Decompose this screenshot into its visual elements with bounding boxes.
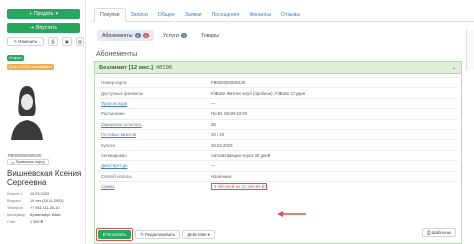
sell-button[interactable]: + Продать ▾ <box>7 9 80 19</box>
valid-until-link[interactable]: Действует до <box>98 160 208 172</box>
client-name: Вишневская Ксения Сергеевна <box>7 169 82 187</box>
status-badge-covid: Есть COVID-сертификат <box>7 64 55 70</box>
print-icon: ⎙ <box>427 230 431 235</box>
table-row: Сумма 5 000.00 ₽ из 21 200.00 ₽ <box>98 180 458 192</box>
tab-visits[interactable]: Посещения <box>207 8 245 22</box>
tab-purchases[interactable]: Покупки <box>94 8 126 22</box>
lock-icon[interactable]: ▣ <box>62 37 72 46</box>
card-number: FB000000000230 <box>8 153 42 158</box>
table-row: Действует до — <box>98 160 458 172</box>
table-row: Доступные филиалы FitBase Фитнес-клуб (пр… <box>98 87 458 99</box>
table-row: Активирован Автоактивация через 30 дней <box>98 149 458 161</box>
user-silhouette-icon <box>7 80 47 142</box>
subscription-header[interactable]: Безлимит [12 мес.] #8196 ⌄ <box>95 62 461 74</box>
scrollbar[interactable] <box>466 30 474 70</box>
count-badge-red: 0 <box>142 33 149 38</box>
main-tabs: Покупки Записи Общее Заявки Посещения Фи… <box>92 8 474 22</box>
client-sidebar: + Продать ▾ ⇥ Впустить ✎ Изменить ⎙ ▣ ▥ … <box>0 0 86 244</box>
print-icon[interactable]: ⎙ <box>48 37 58 46</box>
info-row: Счёт 1 000 ₽ <box>7 219 43 225</box>
tab-requests[interactable]: Заявки <box>180 8 207 22</box>
count-badge: 1 <box>134 33 141 38</box>
purchase-subtabs: Абонементы 1 0 Услуги 1 Товары <box>97 30 224 41</box>
sum-value-highlight: 5 000.00 ₽ из 21 200.00 ₽ <box>211 183 268 191</box>
tab-bookings[interactable]: Записи <box>126 8 153 22</box>
templates-button[interactable]: ⎙ Шаблоны <box>422 228 456 237</box>
chevron-down-icon[interactable]: ⌄ <box>452 65 456 71</box>
trash-icon[interactable]: ▥ <box>76 37 84 46</box>
edit-client-button[interactable]: ✎ Изменить <box>7 37 44 46</box>
pay-button-highlight: ₽ Оплатить <box>96 228 134 241</box>
table-row: Заморозок осталось 28 <box>98 118 458 130</box>
table-row: Номер карты FB000000000230 <box>98 76 458 88</box>
chevron-down-icon: ▾ <box>207 231 210 237</box>
tab-reviews[interactable]: Отзывы <box>276 8 305 22</box>
plus-icon: + <box>29 11 32 17</box>
avatar[interactable] <box>7 80 47 142</box>
info-row: Менеджер Кузменцерт Иван <box>7 212 61 217</box>
table-row: Расписание Пн-Вс 06:00-23:00 <box>98 108 458 120</box>
card-icon: ▭ <box>11 160 15 165</box>
subscription-details-table: Номер карты FB000000000230 Доступные фили… <box>98 76 458 192</box>
arrow-left-icon <box>277 211 306 217</box>
client-info: Клиент с 10.03.2023 Возраст 19 лет (18.11.… <box>7 190 87 225</box>
subscription-actions: ₽ Оплатить ✎ Редактировать Действия ▾ <box>96 228 215 241</box>
info-row: Телефон +7 961 111-26-10 <box>7 205 60 210</box>
section-title: Абонементы <box>96 51 138 58</box>
sum-link[interactable]: Сумма <box>98 180 208 192</box>
table-row: Гостевых визитов 10 / 10 <box>98 128 458 140</box>
subtab-subscriptions[interactable]: Абонементы 1 0 <box>97 30 154 41</box>
subtab-goods[interactable]: Товары <box>196 30 224 41</box>
actions-dropdown-button[interactable]: Действия ▾ <box>182 230 215 239</box>
table-row: Пролонгация — <box>98 97 458 109</box>
pay-button[interactable]: ₽ Оплатить <box>98 230 132 239</box>
pencil-icon: ✎ <box>13 39 18 44</box>
table-row: Способ оплаты Наличные <box>98 170 458 182</box>
bind-card-button[interactable]: ▭ Привязать карту <box>7 159 49 165</box>
count-badge: 1 <box>180 33 188 38</box>
tab-general[interactable]: Общее <box>153 8 180 22</box>
info-row: Возраст 19 лет (18.11.2003) <box>7 198 64 203</box>
edit-subscription-button[interactable]: ✎ Редактировать <box>135 230 181 239</box>
prolongation-link[interactable]: Пролонгация <box>98 97 208 109</box>
tab-finance[interactable]: Финансы <box>244 8 276 22</box>
guest-visits-link[interactable]: Гостевых визитов <box>98 128 208 140</box>
pencil-icon: ✎ <box>140 231 144 237</box>
subscription-id: #8196 <box>155 64 173 71</box>
status-badge-open: Открыт <box>7 55 24 61</box>
chevron-down-icon: ▾ <box>55 11 58 17</box>
table-row: Куплен 20.03.2023 <box>98 139 458 151</box>
door-icon: ⇥ <box>29 25 35 31</box>
subtab-services[interactable]: Услуги 1 <box>158 30 192 41</box>
freezes-link[interactable]: Заморозок осталось <box>98 118 208 130</box>
checkin-button[interactable]: ⇥ Впустить <box>7 23 80 33</box>
subscription-name: Безлимит [12 мес.] <box>99 64 153 71</box>
ruble-icon: ₽ <box>103 231 106 237</box>
info-row: Клиент с 10.03.2023 <box>7 191 50 196</box>
